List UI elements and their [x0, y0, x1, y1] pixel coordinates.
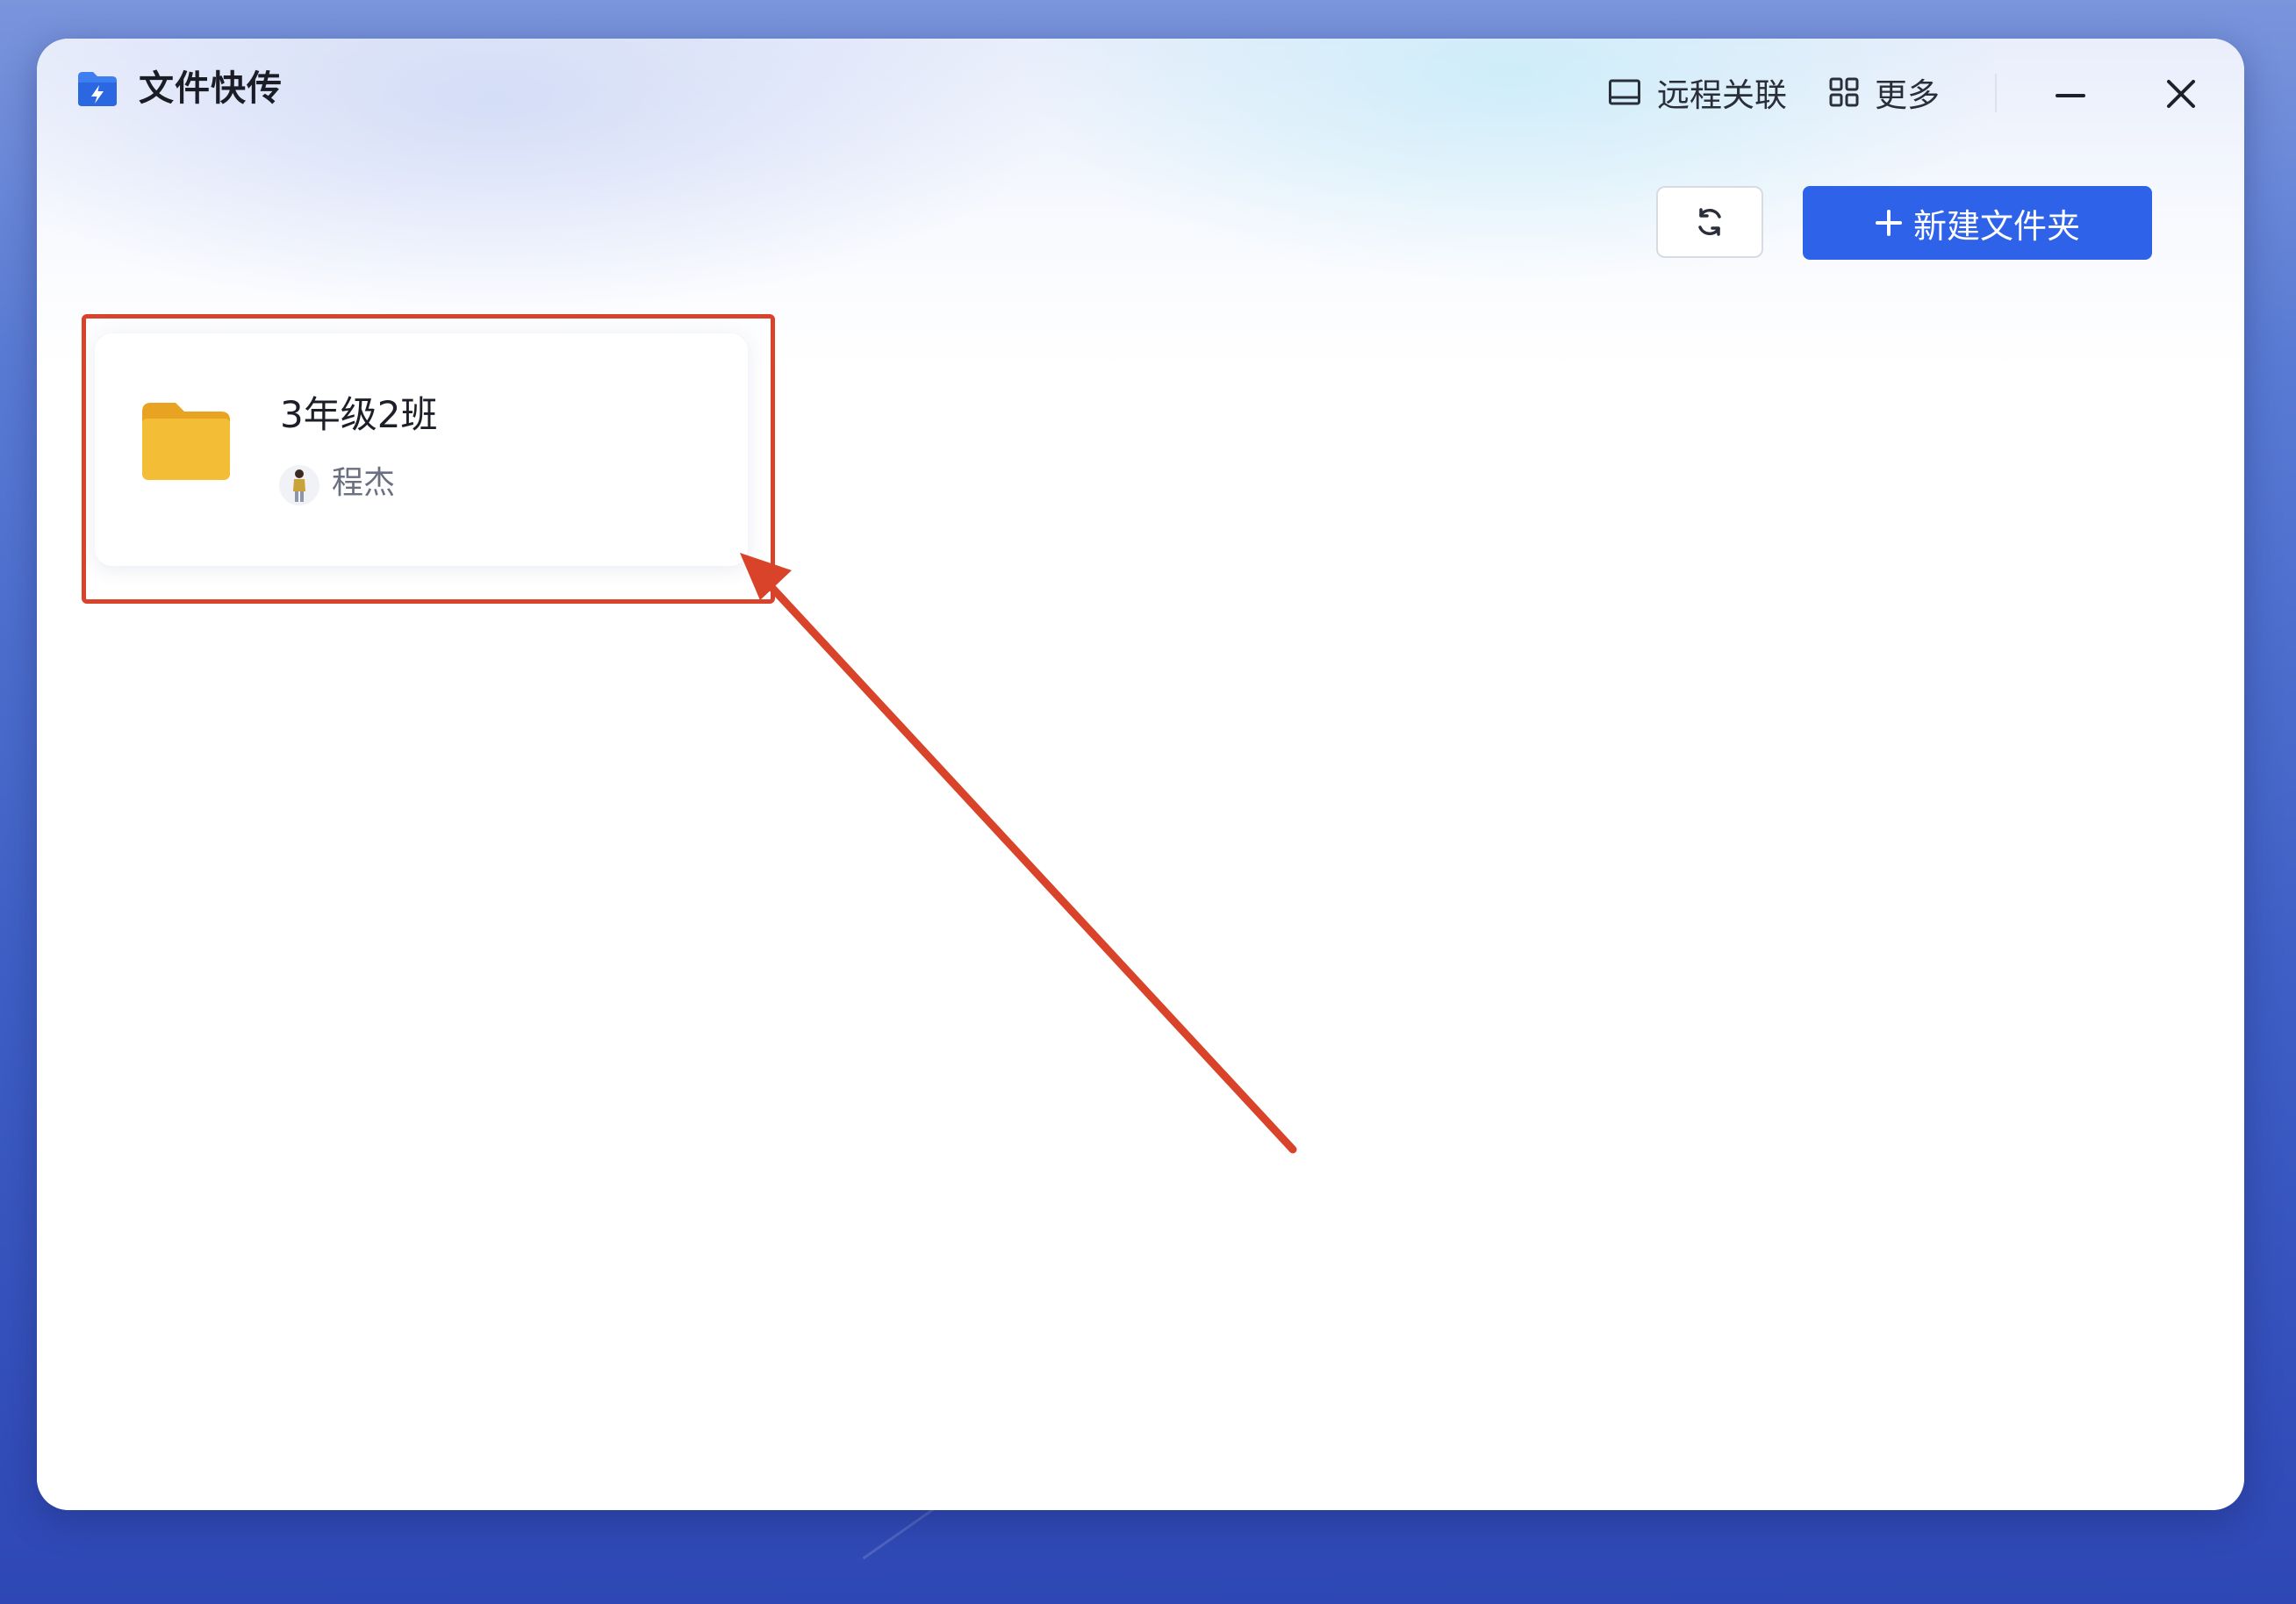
plus-icon: [1875, 209, 1903, 237]
new-folder-label: 新建文件夹: [1912, 206, 2080, 246]
folder-card[interactable]: 3年级2班 程杰: [95, 333, 748, 566]
remote-link-label: 远程关联: [1657, 76, 1787, 114]
folder-icon: [139, 399, 233, 483]
minimize-icon: [2056, 94, 2085, 97]
refresh-button[interactable]: [1656, 186, 1763, 258]
app-title: 文件快传: [139, 68, 283, 109]
avatar: [279, 465, 319, 505]
refresh-icon: [1698, 208, 1721, 236]
titlebar-divider: [1995, 74, 1997, 112]
app-window: 文件快传 远程关联 更多 新建文件夹 3年级2班 程杰: [37, 39, 2244, 1510]
remote-link-button[interactable]: 远程关联: [1608, 70, 1787, 114]
monitor-icon: [1608, 78, 1641, 106]
folder-owner-name: 程杰: [332, 465, 396, 501]
more-label: 更多: [1875, 76, 1940, 114]
more-button[interactable]: 更多: [1829, 70, 1940, 114]
app-logo-icon: [75, 69, 119, 108]
new-folder-button[interactable]: 新建文件夹: [1803, 186, 2152, 260]
grid-icon: [1829, 77, 1859, 107]
close-button[interactable]: [2159, 72, 2203, 116]
close-icon: [2167, 80, 2195, 108]
minimize-button[interactable]: [2048, 74, 2092, 118]
folder-name: 3年级2班: [280, 393, 438, 436]
